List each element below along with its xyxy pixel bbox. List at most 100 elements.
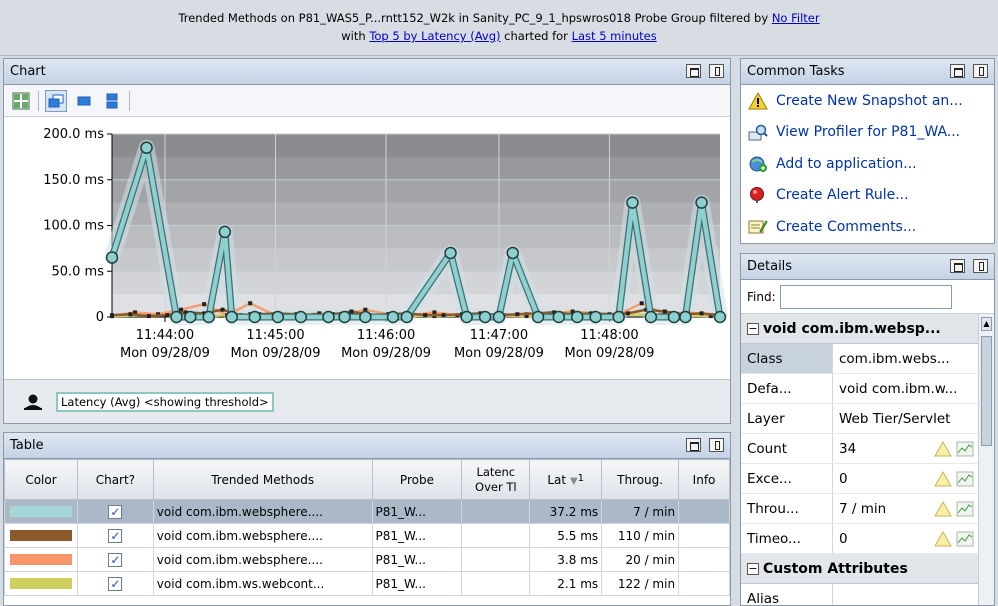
filter-link[interactable]: No Filter bbox=[772, 11, 820, 25]
column-header-lat[interactable]: Lat ▼1 bbox=[529, 459, 603, 500]
task-warning[interactable]: Create New Snapshot an... bbox=[741, 85, 994, 117]
column-header-probe[interactable]: Probe bbox=[371, 459, 463, 500]
series-point[interactable] bbox=[679, 310, 692, 324]
scroll-up-icon[interactable]: ▲ bbox=[981, 317, 992, 331]
trend-chart-icon[interactable] bbox=[956, 531, 974, 547]
series-point[interactable] bbox=[294, 310, 308, 324]
cell-latency-over bbox=[461, 499, 531, 524]
series-point[interactable] bbox=[460, 310, 473, 324]
maximize-icon[interactable] bbox=[950, 64, 965, 78]
series-point[interactable] bbox=[612, 310, 625, 324]
column-header-chart[interactable]: Chart? bbox=[76, 459, 154, 500]
details-row[interactable]: Throu... 7 / min bbox=[741, 494, 978, 524]
cascade-view-icon[interactable] bbox=[45, 89, 67, 112]
column-header-info[interactable]: Info bbox=[678, 459, 730, 500]
details-row[interactable]: Defa... void com.ibm.w... bbox=[741, 374, 978, 404]
maximize-icon[interactable] bbox=[686, 64, 701, 78]
pin-icon[interactable] bbox=[973, 64, 988, 78]
chart-checkbox[interactable]: ✓ bbox=[108, 576, 123, 591]
series-point[interactable] bbox=[695, 196, 708, 209]
details-row[interactable]: Timeo... 0 bbox=[741, 524, 978, 554]
details-row[interactable]: Layer Web Tier/Servlet bbox=[741, 404, 978, 434]
table-row[interactable]: ✓ void com.ibm.websphere.... P81_W... 5.5 m… bbox=[4, 523, 730, 548]
series-point[interactable] bbox=[170, 310, 183, 324]
chart-checkbox[interactable]: ✓ bbox=[108, 504, 123, 519]
table-row[interactable]: ✓ void com.ibm.ws.webcont... P81_W... 2.1 m… bbox=[4, 571, 730, 596]
custom-attributes-group-header[interactable]: − Custom Attributes bbox=[741, 554, 978, 584]
series-point[interactable] bbox=[400, 310, 414, 324]
cell-chart[interactable]: ✓ bbox=[76, 499, 154, 524]
series-point[interactable] bbox=[492, 310, 506, 324]
threshold-warning-icon[interactable] bbox=[934, 440, 952, 457]
series-point[interactable] bbox=[202, 310, 215, 324]
task-profiler[interactable]: View Profiler for P81_WA... bbox=[741, 117, 994, 149]
chart-checkbox[interactable]: ✓ bbox=[108, 552, 123, 567]
table-row[interactable]: ✓ void com.ibm.websphere.... P81_W... 37.2 … bbox=[4, 499, 730, 524]
series-point[interactable] bbox=[322, 310, 335, 324]
latency-chart[interactable]: 200.0 ms 150.0 ms 100.0 ms 50.0 ms 0 11:44:00… bbox=[4, 119, 730, 381]
threshold-warning-icon[interactable] bbox=[934, 470, 952, 487]
task-add-application[interactable]: Add to application... bbox=[741, 148, 994, 180]
pin-icon[interactable] bbox=[709, 438, 724, 452]
trend-chart-icon[interactable] bbox=[956, 441, 974, 457]
task-alert-rule[interactable]: Create Alert Rule... bbox=[741, 180, 994, 212]
top-latency-link[interactable]: Top 5 by Latency (Avg) bbox=[369, 29, 500, 43]
trend-chart-icon[interactable] bbox=[956, 471, 974, 487]
series-point[interactable] bbox=[218, 225, 232, 239]
series-point[interactable] bbox=[570, 310, 584, 324]
series-point[interactable] bbox=[386, 310, 400, 324]
common-tasks-panel: Common Tasks Create New Snapshot an... Vi… bbox=[740, 58, 995, 244]
series-point[interactable] bbox=[248, 310, 262, 324]
details-scrollbar[interactable]: ▲ bbox=[978, 314, 994, 605]
legend-entry-latency[interactable]: Latency (Avg) <showing threshold> bbox=[56, 391, 274, 412]
details-row[interactable]: Class com.ibm.webs... bbox=[741, 344, 978, 374]
collapse-icon[interactable]: − bbox=[747, 562, 759, 575]
single-view-icon[interactable] bbox=[73, 90, 95, 112]
column-header-methods[interactable]: Trended Methods bbox=[152, 459, 373, 500]
cell-chart[interactable]: ✓ bbox=[76, 571, 154, 596]
threshold-warning-icon[interactable] bbox=[934, 530, 952, 547]
trend-chart-icon[interactable] bbox=[956, 501, 974, 517]
find-input[interactable] bbox=[779, 284, 952, 309]
method-group-header[interactable]: − void com.ibm.websp... bbox=[741, 314, 978, 344]
series-point[interactable] bbox=[338, 310, 351, 324]
pin-icon[interactable] bbox=[709, 64, 724, 78]
details-row-alias[interactable]: Alias bbox=[741, 584, 978, 605]
series-point[interactable] bbox=[667, 310, 681, 324]
series-point[interactable] bbox=[589, 310, 602, 324]
series-point[interactable] bbox=[184, 310, 197, 324]
series-point[interactable] bbox=[225, 310, 239, 324]
chart-checkbox[interactable]: ✓ bbox=[108, 528, 123, 543]
x-tick-label-date: Mon 09/28/09 bbox=[231, 346, 321, 361]
table-row[interactable]: ✓ void com.ibm.websphere.... P81_W... 3.8 m… bbox=[4, 547, 730, 572]
series-point[interactable] bbox=[478, 310, 492, 324]
series-point[interactable] bbox=[105, 251, 119, 264]
details-row[interactable]: Exce... 0 bbox=[741, 464, 978, 494]
column-header-throughput[interactable]: Throug. bbox=[601, 459, 680, 500]
scrollbar-thumb[interactable] bbox=[981, 336, 992, 446]
maximize-icon[interactable] bbox=[686, 438, 701, 452]
threshold-warning-icon[interactable] bbox=[934, 500, 952, 517]
series-point[interactable] bbox=[626, 196, 639, 209]
maximize-icon[interactable] bbox=[950, 259, 965, 273]
cell-chart[interactable]: ✓ bbox=[76, 523, 154, 548]
pin-icon[interactable] bbox=[973, 259, 988, 273]
column-header-color[interactable]: Color bbox=[4, 459, 78, 500]
series-point[interactable] bbox=[531, 310, 545, 324]
series-point[interactable] bbox=[359, 310, 372, 324]
series-point[interactable] bbox=[271, 310, 285, 324]
time-range-link[interactable]: Last 5 minutes bbox=[572, 29, 657, 43]
series-point[interactable] bbox=[552, 310, 566, 324]
series-point[interactable] bbox=[140, 141, 153, 154]
series-point[interactable] bbox=[713, 310, 727, 324]
task-comment[interactable]: Create Comments... bbox=[741, 211, 994, 243]
series-point[interactable] bbox=[506, 246, 519, 260]
collapse-icon[interactable]: − bbox=[747, 322, 759, 335]
series-point[interactable] bbox=[444, 246, 457, 260]
series-point[interactable] bbox=[644, 310, 658, 324]
stacked-view-icon[interactable] bbox=[101, 90, 123, 112]
cell-chart[interactable]: ✓ bbox=[76, 547, 154, 572]
grid-view-icon[interactable] bbox=[10, 90, 32, 112]
column-header-latency-over[interactable]: Latenc Over Tl bbox=[461, 459, 531, 500]
details-row[interactable]: Count 34 bbox=[741, 434, 978, 464]
